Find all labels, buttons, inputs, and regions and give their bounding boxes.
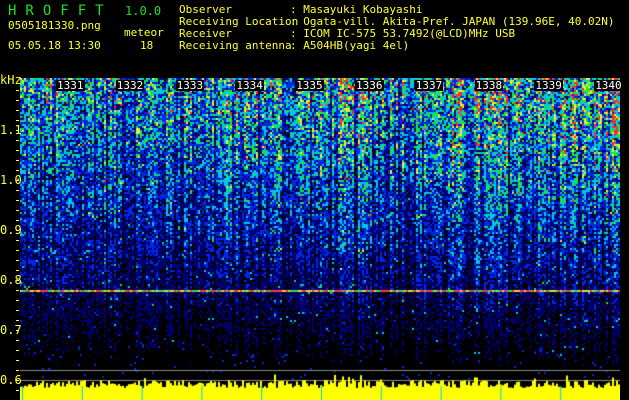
y-minor-tick (16, 240, 19, 241)
x-tick-label: 1335 (295, 79, 324, 92)
datetime: 05.05.18 13:30 (8, 39, 101, 52)
y-minor-tick (16, 170, 19, 171)
x-tick-label: 1339 (534, 79, 563, 92)
y-minor-tick (16, 380, 19, 381)
y-minor-tick (16, 130, 19, 131)
y-axis-label: kHz (0, 73, 22, 87)
y-minor-tick (16, 320, 19, 321)
x-tick-label: 1334 (235, 79, 264, 92)
y-minor-tick (16, 340, 19, 341)
y-minor-tick (16, 220, 19, 221)
x-tick-label: 1338 (474, 79, 504, 92)
y-minor-tick (16, 150, 19, 151)
y-minor-tick (16, 110, 19, 111)
y-minor-tick (16, 200, 19, 201)
info-label: Receiving antenna (179, 39, 292, 52)
app-title: HROFFT (8, 3, 113, 19)
y-minor-tick (16, 360, 19, 361)
y-minor-tick (16, 160, 19, 161)
spectrogram (20, 78, 620, 400)
y-minor-tick (16, 350, 19, 351)
y-minor-tick (16, 250, 19, 251)
y-minor-tick (16, 300, 19, 301)
y-minor-tick (16, 190, 19, 191)
y-minor-tick (16, 100, 19, 101)
y-minor-tick (16, 180, 19, 181)
y-minor-tick (16, 330, 19, 331)
y-minor-tick (16, 230, 19, 231)
y-minor-tick (16, 260, 19, 261)
filename: 0505181330.png (8, 19, 101, 32)
y-minor-tick (16, 390, 19, 391)
y-minor-tick (16, 210, 19, 211)
meteor-count: 18 (140, 39, 154, 52)
x-tick-label: 1331 (56, 79, 85, 92)
info-value: : A504HB(yagi 4el) (290, 39, 410, 52)
y-minor-tick (16, 140, 19, 141)
x-tick-label: 1336 (355, 79, 384, 92)
meteor-label: meteor (124, 26, 164, 39)
x-tick-label: 1337 (414, 79, 444, 92)
app-version: 1.0.0 (125, 4, 162, 18)
y-minor-tick (16, 310, 19, 311)
y-minor-tick (16, 90, 19, 91)
y-minor-tick (16, 120, 19, 121)
y-minor-tick (16, 280, 19, 281)
y-minor-tick (16, 270, 19, 271)
x-tick-label: 1340 (594, 79, 623, 92)
y-minor-tick (16, 290, 19, 291)
y-minor-tick (16, 370, 19, 371)
x-tick-label: 1332 (115, 79, 145, 92)
x-tick-label: 1333 (175, 79, 205, 92)
